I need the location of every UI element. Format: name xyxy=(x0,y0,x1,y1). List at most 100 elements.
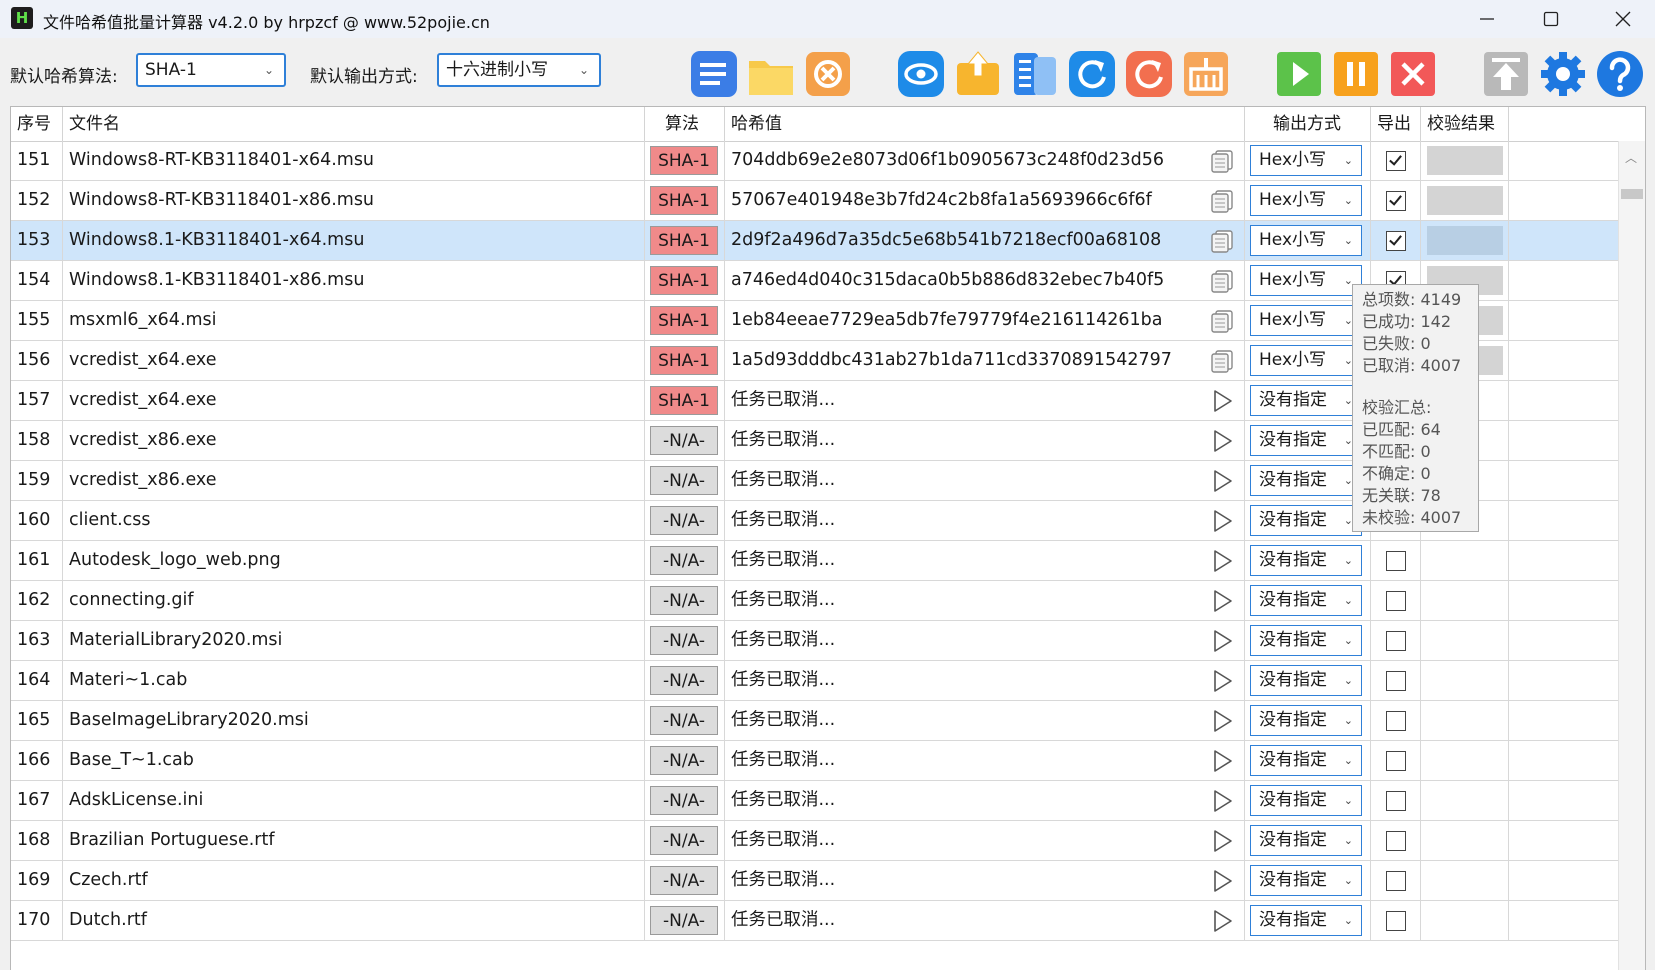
table-row[interactable]: 165 BaseImageLibrary2020.msi -N/A- 任务已取消...… xyxy=(11,701,1619,741)
header-algo[interactable]: 算法 xyxy=(645,107,725,141)
output-select[interactable]: 没有指定 ⌄ xyxy=(1250,385,1362,416)
copy-icon[interactable] xyxy=(1209,149,1235,173)
output-select[interactable]: Hex小写 ⌄ xyxy=(1250,225,1362,256)
settings-icon[interactable] xyxy=(1538,49,1588,99)
clean-icon[interactable] xyxy=(1181,49,1231,99)
play-icon[interactable] xyxy=(1209,549,1235,573)
folder-icon[interactable] xyxy=(746,49,796,99)
output-select[interactable]: 没有指定 ⌄ xyxy=(1250,545,1362,576)
copy-icon[interactable] xyxy=(1209,229,1235,253)
output-select[interactable]: Hex小写 ⌄ xyxy=(1250,305,1362,336)
play-icon[interactable] xyxy=(1209,509,1235,533)
output-select[interactable]: 没有指定 ⌄ xyxy=(1250,785,1362,816)
play-icon[interactable] xyxy=(1209,709,1235,733)
header-filename[interactable]: 文件名 xyxy=(63,107,645,141)
output-select[interactable]: 没有指定 ⌄ xyxy=(1250,905,1362,936)
row-output-cell: 没有指定 ⌄ xyxy=(1245,821,1371,860)
output-select[interactable]: Hex小写 ⌄ xyxy=(1250,185,1362,216)
default-algo-select[interactable]: SHA-1 ⌄ xyxy=(136,53,286,87)
play-icon[interactable] xyxy=(1209,629,1235,653)
output-select[interactable]: 没有指定 ⌄ xyxy=(1250,865,1362,896)
copy-icon[interactable] xyxy=(1209,269,1235,293)
play-icon[interactable] xyxy=(1209,829,1235,853)
export-icon[interactable] xyxy=(953,49,1003,99)
table-row[interactable]: 164 Materi~1.cab -N/A- 任务已取消... 没有指定 ⌄ xyxy=(11,661,1619,701)
export-checkbox[interactable] xyxy=(1386,751,1406,771)
export-checkbox[interactable] xyxy=(1386,791,1406,811)
copy-icon[interactable] xyxy=(1209,349,1235,373)
table-row[interactable]: 163 MaterialLibrary2020.msi -N/A- 任务已取消... 没… xyxy=(11,621,1619,661)
output-select[interactable]: 没有指定 ⌄ xyxy=(1250,745,1362,776)
table-row[interactable]: 170 Dutch.rtf -N/A- 任务已取消... 没有指定 ⌄ xyxy=(11,901,1619,941)
export-checkbox[interactable] xyxy=(1386,631,1406,651)
minimize-button[interactable] xyxy=(1464,4,1510,34)
output-select[interactable]: 没有指定 ⌄ xyxy=(1250,505,1362,536)
row-export-cell xyxy=(1371,621,1421,660)
output-select[interactable]: 没有指定 ⌄ xyxy=(1250,625,1362,656)
export-checkbox[interactable] xyxy=(1386,831,1406,851)
header-output[interactable]: 输出方式 xyxy=(1245,107,1371,141)
output-select[interactable]: 没有指定 ⌄ xyxy=(1250,825,1362,856)
play-icon[interactable] xyxy=(1209,589,1235,613)
header-hash[interactable]: 哈希值 xyxy=(725,107,1245,141)
output-select[interactable]: Hex小写 ⌄ xyxy=(1250,145,1362,176)
export-checkbox[interactable] xyxy=(1386,911,1406,931)
export-checkbox[interactable] xyxy=(1386,151,1406,171)
default-output-select[interactable]: 十六进制小写 ⌄ xyxy=(437,53,601,87)
output-value: 没有指定 xyxy=(1259,510,1327,530)
table-row[interactable]: 169 Czech.rtf -N/A- 任务已取消... 没有指定 ⌄ xyxy=(11,861,1619,901)
export-checkbox[interactable] xyxy=(1386,871,1406,891)
export-checkbox[interactable] xyxy=(1386,711,1406,731)
output-select[interactable]: 没有指定 ⌄ xyxy=(1250,465,1362,496)
export-checkbox[interactable] xyxy=(1386,191,1406,211)
play-icon[interactable] xyxy=(1209,869,1235,893)
output-select[interactable]: 没有指定 ⌄ xyxy=(1250,665,1362,696)
vertical-scrollbar[interactable]: ︿ xyxy=(1618,141,1645,970)
table-row[interactable]: 162 connecting.gif -N/A- 任务已取消... 没有指定 ⌄ xyxy=(11,581,1619,621)
output-select[interactable]: 没有指定 ⌄ xyxy=(1250,705,1362,736)
maximize-button[interactable] xyxy=(1528,4,1574,34)
export-checkbox[interactable] xyxy=(1386,591,1406,611)
refresh-icon[interactable] xyxy=(1067,49,1117,99)
export-checkbox[interactable] xyxy=(1386,231,1406,251)
play-icon[interactable] xyxy=(1209,469,1235,493)
top-icon[interactable] xyxy=(1481,49,1531,99)
copy-icon[interactable] xyxy=(1209,309,1235,333)
start-icon[interactable] xyxy=(1274,49,1324,99)
play-icon[interactable] xyxy=(1209,429,1235,453)
pause-icon[interactable] xyxy=(1331,49,1381,99)
table-row[interactable]: 161 Autodesk_logo_web.png -N/A- 任务已取消... 没有指… xyxy=(11,541,1619,581)
scrollbar-thumb[interactable] xyxy=(1621,189,1643,199)
clear-icon[interactable] xyxy=(803,49,853,99)
stop-icon[interactable] xyxy=(1388,49,1438,99)
play-icon[interactable] xyxy=(1209,749,1235,773)
table-row[interactable]: 167 AdskLicense.ini -N/A- 任务已取消... 没有指定 ⌄ xyxy=(11,781,1619,821)
play-icon[interactable] xyxy=(1209,789,1235,813)
output-select[interactable]: 没有指定 ⌄ xyxy=(1250,585,1362,616)
output-select[interactable]: Hex小写 ⌄ xyxy=(1250,345,1362,376)
help-icon[interactable] xyxy=(1595,49,1645,99)
columns-icon[interactable] xyxy=(1010,49,1060,99)
header-export[interactable]: 导出 xyxy=(1371,107,1421,141)
output-select[interactable]: Hex小写 ⌄ xyxy=(1250,265,1362,296)
reset-icon[interactable] xyxy=(1124,49,1174,99)
table-row[interactable]: 166 Base_T~1.cab -N/A- 任务已取消... 没有指定 ⌄ xyxy=(11,741,1619,781)
header-index[interactable]: 序号 xyxy=(11,107,63,141)
table-row[interactable]: 151 Windows8-RT-KB3118401-x64.msu SHA-1 704… xyxy=(11,141,1619,181)
chevron-up-icon[interactable]: ︿ xyxy=(1625,149,1637,166)
table-row[interactable]: 153 Windows8.1-KB3118401-x64.msu SHA-1 2d9f… xyxy=(11,221,1619,261)
eye-icon[interactable] xyxy=(896,49,946,99)
table-row[interactable]: 152 Windows8-RT-KB3118401-x86.msu SHA-1 570… xyxy=(11,181,1619,221)
table-row[interactable]: 168 Brazilian Portuguese.rtf -N/A- 任务已取消...… xyxy=(11,821,1619,861)
export-checkbox[interactable] xyxy=(1386,671,1406,691)
output-select[interactable]: 没有指定 ⌄ xyxy=(1250,425,1362,456)
play-icon[interactable] xyxy=(1209,909,1235,933)
copy-icon[interactable] xyxy=(1209,189,1235,213)
export-checkbox[interactable] xyxy=(1386,551,1406,571)
close-button[interactable] xyxy=(1600,4,1646,34)
list-icon[interactable] xyxy=(689,49,739,99)
output-value: Hex小写 xyxy=(1259,350,1327,370)
play-icon[interactable] xyxy=(1209,389,1235,413)
play-icon[interactable] xyxy=(1209,669,1235,693)
header-verify[interactable]: 校验结果 xyxy=(1421,107,1509,141)
